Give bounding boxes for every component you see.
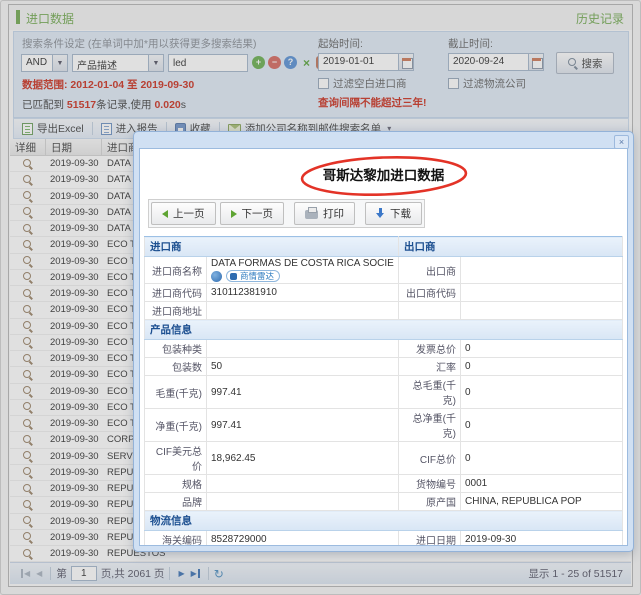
detail-label: 进口日期 [399, 531, 461, 547]
detail-label: 进口商名称 [145, 257, 207, 284]
detail-row: 进口商出口商 [145, 237, 623, 257]
detail-row: 进口商地址 [145, 302, 623, 320]
detail-value: 2019-09-30 [461, 531, 623, 547]
next-page-label: 下一页 [242, 206, 274, 221]
detail-label: 进口商代码 [145, 284, 207, 302]
detail-table: 进口商出口商进口商名称DATA FORMAS DE COSTA RICA SOC… [144, 236, 623, 546]
detail-label: 净重(千克) [145, 409, 207, 442]
detail-label: 进口商地址 [145, 302, 207, 320]
detail-value: 0 [461, 409, 623, 442]
detail-modal: × 哥斯达黎加进口数据 上一页 下一页 打印 [133, 131, 634, 552]
detail-row: 进口商代码310112381910出口商代码 [145, 284, 623, 302]
detail-value: 0001 [461, 475, 623, 493]
detail-row: 包装数50汇率0 [145, 358, 623, 376]
detail-value: 0 [461, 340, 623, 358]
detail-label: 总净重(千克) [399, 409, 461, 442]
detail-label: 出口商 [399, 257, 461, 284]
detail-value: 18,962.45 [207, 442, 399, 475]
detail-row: 规格 货物编号0001 [145, 475, 623, 493]
detail-label: 出口商代码 [399, 284, 461, 302]
download-icon [376, 208, 385, 219]
detail-label: 包装种类 [145, 340, 207, 358]
green-left-arrow-icon [162, 210, 168, 218]
detail-label: 规格 [145, 475, 207, 493]
detail-value [461, 302, 623, 320]
radar-icon [230, 273, 237, 280]
red-ellipse-annotation [297, 152, 470, 200]
detail-value: 8528729000 [207, 531, 399, 547]
detail-value [207, 493, 399, 511]
detail-row: 毛重(千克)997.41总毛重(千克)0 [145, 376, 623, 409]
close-icon[interactable]: × [614, 135, 629, 149]
detail-value: 0 [461, 358, 623, 376]
detail-label: 海关编码 [145, 531, 207, 547]
prev-page-label: 上一页 [173, 206, 205, 221]
detail-row: CIF美元总价18,962.45CIF总价0 [145, 442, 623, 475]
prev-page-button[interactable]: 上一页 [151, 202, 216, 225]
detail-value: DATA FORMAS DE COSTA RICA SOCIEDAD ANONI… [207, 257, 399, 284]
radar-badge-label: 商情雷达 [240, 270, 274, 282]
next-page-button[interactable]: 下一页 [220, 202, 285, 225]
detail-label: CIF总价 [399, 442, 461, 475]
detail-value [461, 284, 623, 302]
detail-row: 包装种类 发票总价0 [145, 340, 623, 358]
detail-row: 物流信息 [145, 511, 623, 531]
green-right-arrow-icon [231, 210, 237, 218]
detail-label: 原产国 [399, 493, 461, 511]
detail-value [207, 475, 399, 493]
section-header: 物流信息 [145, 511, 623, 531]
download-label: 下载 [390, 206, 411, 221]
detail-row: 海关编码8528729000进口日期2019-09-30 [145, 531, 623, 547]
detail-value: 997.41 [207, 376, 399, 409]
detail-label: 总毛重(千克) [399, 376, 461, 409]
detail-value: 50 [207, 358, 399, 376]
globe-icon[interactable] [211, 271, 222, 282]
detail-label: 货物编号 [399, 475, 461, 493]
detail-value: 0 [461, 442, 623, 475]
app-window: 进口数据 历史记录 搜索条件设定 (在单词中加*用以获得更多搜索结果) 起始时间… [0, 0, 641, 595]
detail-label: 发票总价 [399, 340, 461, 358]
detail-label: 品牌 [145, 493, 207, 511]
detail-row: 产品信息 [145, 320, 623, 340]
detail-value: 310112381910 [207, 284, 399, 302]
detail-value [207, 340, 399, 358]
detail-value: CHINA, REPUBLICA POP [461, 493, 623, 511]
detail-value: 0 [461, 376, 623, 409]
detail-row: 进口商名称DATA FORMAS DE COSTA RICA SOCIEDAD … [145, 257, 623, 284]
download-button[interactable]: 下载 [365, 202, 422, 225]
detail-row: 品牌 原产国CHINA, REPUBLICA POP [145, 493, 623, 511]
print-label: 打印 [323, 206, 344, 221]
modal-title-wrap: 哥斯达黎加进口数据 [140, 159, 627, 193]
print-button[interactable]: 打印 [294, 202, 355, 225]
detail-value [207, 302, 399, 320]
section-header: 产品信息 [145, 320, 623, 340]
section-header: 进口商 [145, 237, 399, 257]
detail-value [461, 257, 623, 284]
printer-icon [305, 210, 318, 219]
detail-label: 包装数 [145, 358, 207, 376]
detail-label [399, 302, 461, 320]
detail-table-body: 进口商出口商进口商名称DATA FORMAS DE COSTA RICA SOC… [145, 237, 623, 547]
radar-badge[interactable]: 商情雷达 [226, 270, 280, 282]
section-header: 出口商 [399, 237, 623, 257]
modal-toolbar: 上一页 下一页 打印 下载 [148, 199, 425, 228]
modal-body: 哥斯达黎加进口数据 上一页 下一页 打印 下载 [139, 148, 628, 546]
detail-value: 997.41 [207, 409, 399, 442]
detail-label: 毛重(千克) [145, 376, 207, 409]
detail-row: 净重(千克)997.41总净重(千克)0 [145, 409, 623, 442]
detail-label: 汇率 [399, 358, 461, 376]
detail-label: CIF美元总价 [145, 442, 207, 475]
